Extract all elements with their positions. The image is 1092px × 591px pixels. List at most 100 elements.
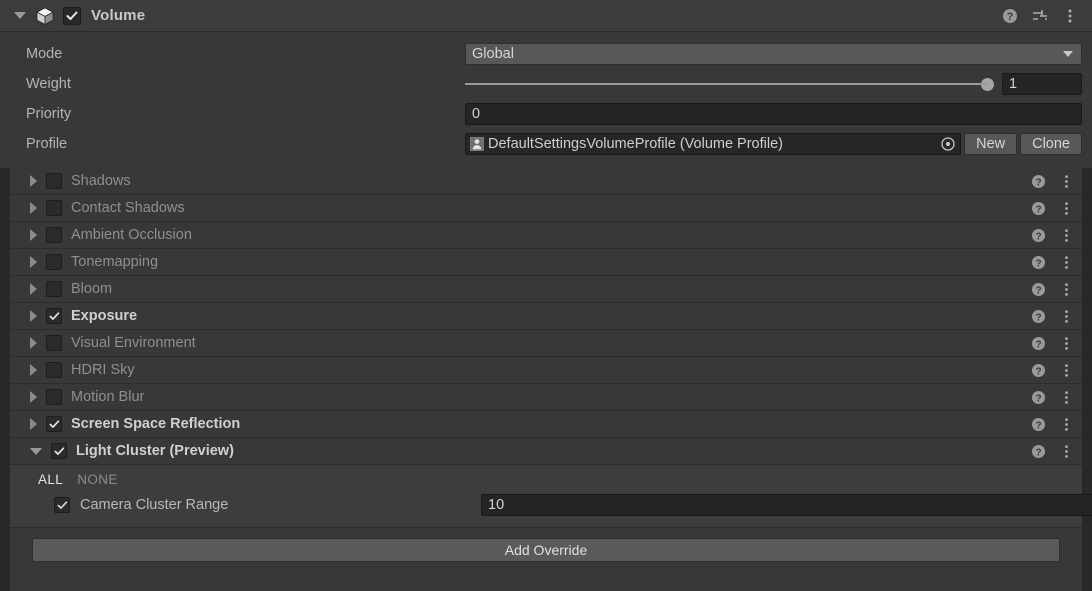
kebab-menu-icon[interactable] <box>1059 363 1074 378</box>
clone-profile-button[interactable]: Clone <box>1020 133 1082 155</box>
kebab-menu-icon[interactable] <box>1059 228 1074 243</box>
override-label: Light Cluster (Preview) <box>76 443 1031 459</box>
svg-text:?: ? <box>1035 177 1041 188</box>
override-checkbox[interactable] <box>46 227 62 243</box>
mode-dropdown[interactable]: Global <box>465 43 1082 65</box>
kebab-menu-icon[interactable] <box>1059 336 1074 351</box>
weight-slider[interactable] <box>465 73 1002 95</box>
help-icon[interactable]: ? <box>1031 390 1046 405</box>
kebab-menu-icon[interactable] <box>1059 417 1074 432</box>
priority-input[interactable]: 0 <box>465 103 1082 125</box>
override-checkbox[interactable] <box>46 254 62 270</box>
override-label: Bloom <box>71 281 1031 297</box>
override-checkbox[interactable] <box>46 335 62 351</box>
override-icon-group: ? <box>1031 444 1082 459</box>
help-icon[interactable]: ? <box>1031 336 1046 351</box>
help-icon[interactable]: ? <box>1002 8 1018 24</box>
help-icon[interactable]: ? <box>1031 444 1046 459</box>
kebab-menu-icon[interactable] <box>1059 201 1074 216</box>
override-checkbox[interactable] <box>46 200 62 216</box>
override-row-light-cluster[interactable]: Light Cluster (Preview) ? <box>10 438 1082 465</box>
override-row-screen-space-reflection[interactable]: Screen Space Reflection ? <box>10 411 1082 438</box>
override-row-bloom[interactable]: Bloom ? <box>10 276 1082 303</box>
override-checkbox[interactable] <box>46 389 62 405</box>
svg-text:?: ? <box>1035 231 1041 242</box>
expand-triangle-icon[interactable] <box>30 337 37 349</box>
weight-value-input[interactable]: 1 <box>1002 73 1082 95</box>
svg-text:?: ? <box>1035 312 1041 323</box>
override-row-hdri-sky[interactable]: HDRI Sky ? <box>10 357 1082 384</box>
help-icon[interactable]: ? <box>1031 201 1046 216</box>
override-row-visual-environment[interactable]: Visual Environment ? <box>10 330 1082 357</box>
override-icon-group: ? <box>1031 309 1082 324</box>
override-icon-group: ? <box>1031 363 1082 378</box>
override-label: HDRI Sky <box>71 362 1031 378</box>
component-header[interactable]: Volume ? <box>0 0 1092 32</box>
toggle-all-button[interactable]: ALL <box>38 472 63 487</box>
override-row-contact-shadows[interactable]: Contact Shadows ? <box>10 195 1082 222</box>
svg-text:?: ? <box>1035 393 1041 404</box>
camera-cluster-range-checkbox[interactable] <box>54 497 70 513</box>
override-row-exposure[interactable]: Exposure ? <box>10 303 1082 330</box>
override-icon-group: ? <box>1031 336 1082 351</box>
priority-label: Priority <box>10 106 465 122</box>
new-profile-button[interactable]: New <box>964 133 1017 155</box>
expand-triangle-icon[interactable] <box>30 202 37 214</box>
help-icon[interactable]: ? <box>1031 174 1046 189</box>
toggle-none-button[interactable]: NONE <box>77 472 118 487</box>
svg-text:?: ? <box>1035 204 1041 215</box>
override-icon-group: ? <box>1031 282 1082 297</box>
override-checkbox[interactable] <box>51 443 67 459</box>
override-label: Exposure <box>71 308 1031 324</box>
profile-name: DefaultSettingsVolumeProfile (Volume Pro… <box>488 136 939 152</box>
kebab-menu-icon[interactable] <box>1059 309 1074 324</box>
mode-label: Mode <box>10 46 465 62</box>
help-icon[interactable]: ? <box>1031 309 1046 324</box>
override-checkbox[interactable] <box>46 308 62 324</box>
kebab-menu-icon[interactable] <box>1059 390 1074 405</box>
foldout-triangle-icon[interactable] <box>14 12 26 19</box>
weight-row: Weight 1 <box>10 69 1082 99</box>
help-icon[interactable]: ? <box>1031 255 1046 270</box>
override-row-motion-blur[interactable]: Motion Blur ? <box>10 384 1082 411</box>
expand-triangle-icon[interactable] <box>30 364 37 376</box>
volume-inspector: Volume ? <box>0 0 1092 591</box>
weight-slider-track[interactable] <box>465 83 987 85</box>
expand-triangle-icon[interactable] <box>30 310 37 322</box>
preset-sliders-icon[interactable] <box>1032 8 1048 24</box>
kebab-menu-icon[interactable] <box>1059 444 1074 459</box>
help-icon[interactable]: ? <box>1031 363 1046 378</box>
expand-triangle-icon[interactable] <box>30 256 37 268</box>
override-label: Ambient Occlusion <box>71 227 1031 243</box>
override-row-shadows[interactable]: Shadows ? <box>10 168 1082 195</box>
expand-triangle-icon[interactable] <box>30 283 37 295</box>
expand-triangle-icon[interactable] <box>30 418 37 430</box>
all-none-toggle-row: ALL NONE <box>10 468 1082 491</box>
override-checkbox[interactable] <box>46 173 62 189</box>
override-checkbox[interactable] <box>46 416 62 432</box>
volume-profile-asset-icon <box>470 137 484 151</box>
kebab-menu-icon[interactable] <box>1062 8 1078 24</box>
add-override-button[interactable]: Add Override <box>32 538 1060 562</box>
component-enabled-checkbox[interactable] <box>63 7 81 25</box>
kebab-menu-icon[interactable] <box>1059 282 1074 297</box>
expand-triangle-icon[interactable] <box>30 391 37 403</box>
help-icon[interactable]: ? <box>1031 228 1046 243</box>
help-icon[interactable]: ? <box>1031 282 1046 297</box>
override-icon-group: ? <box>1031 174 1082 189</box>
camera-cluster-range-input[interactable]: 10 <box>481 494 1092 516</box>
object-picker-icon[interactable] <box>939 136 956 153</box>
collapse-triangle-icon[interactable] <box>30 448 42 455</box>
profile-object-field[interactable]: DefaultSettingsVolumeProfile (Volume Pro… <box>465 133 961 155</box>
override-checkbox[interactable] <box>46 281 62 297</box>
override-icon-group: ? <box>1031 255 1082 270</box>
override-checkbox[interactable] <box>46 362 62 378</box>
expand-triangle-icon[interactable] <box>30 229 37 241</box>
kebab-menu-icon[interactable] <box>1059 174 1074 189</box>
kebab-menu-icon[interactable] <box>1059 255 1074 270</box>
override-row-ambient-occlusion[interactable]: Ambient Occlusion ? <box>10 222 1082 249</box>
override-row-tonemapping[interactable]: Tonemapping ? <box>10 249 1082 276</box>
help-icon[interactable]: ? <box>1031 417 1046 432</box>
expand-triangle-icon[interactable] <box>30 175 37 187</box>
profile-field: DefaultSettingsVolumeProfile (Volume Pro… <box>465 133 1082 155</box>
